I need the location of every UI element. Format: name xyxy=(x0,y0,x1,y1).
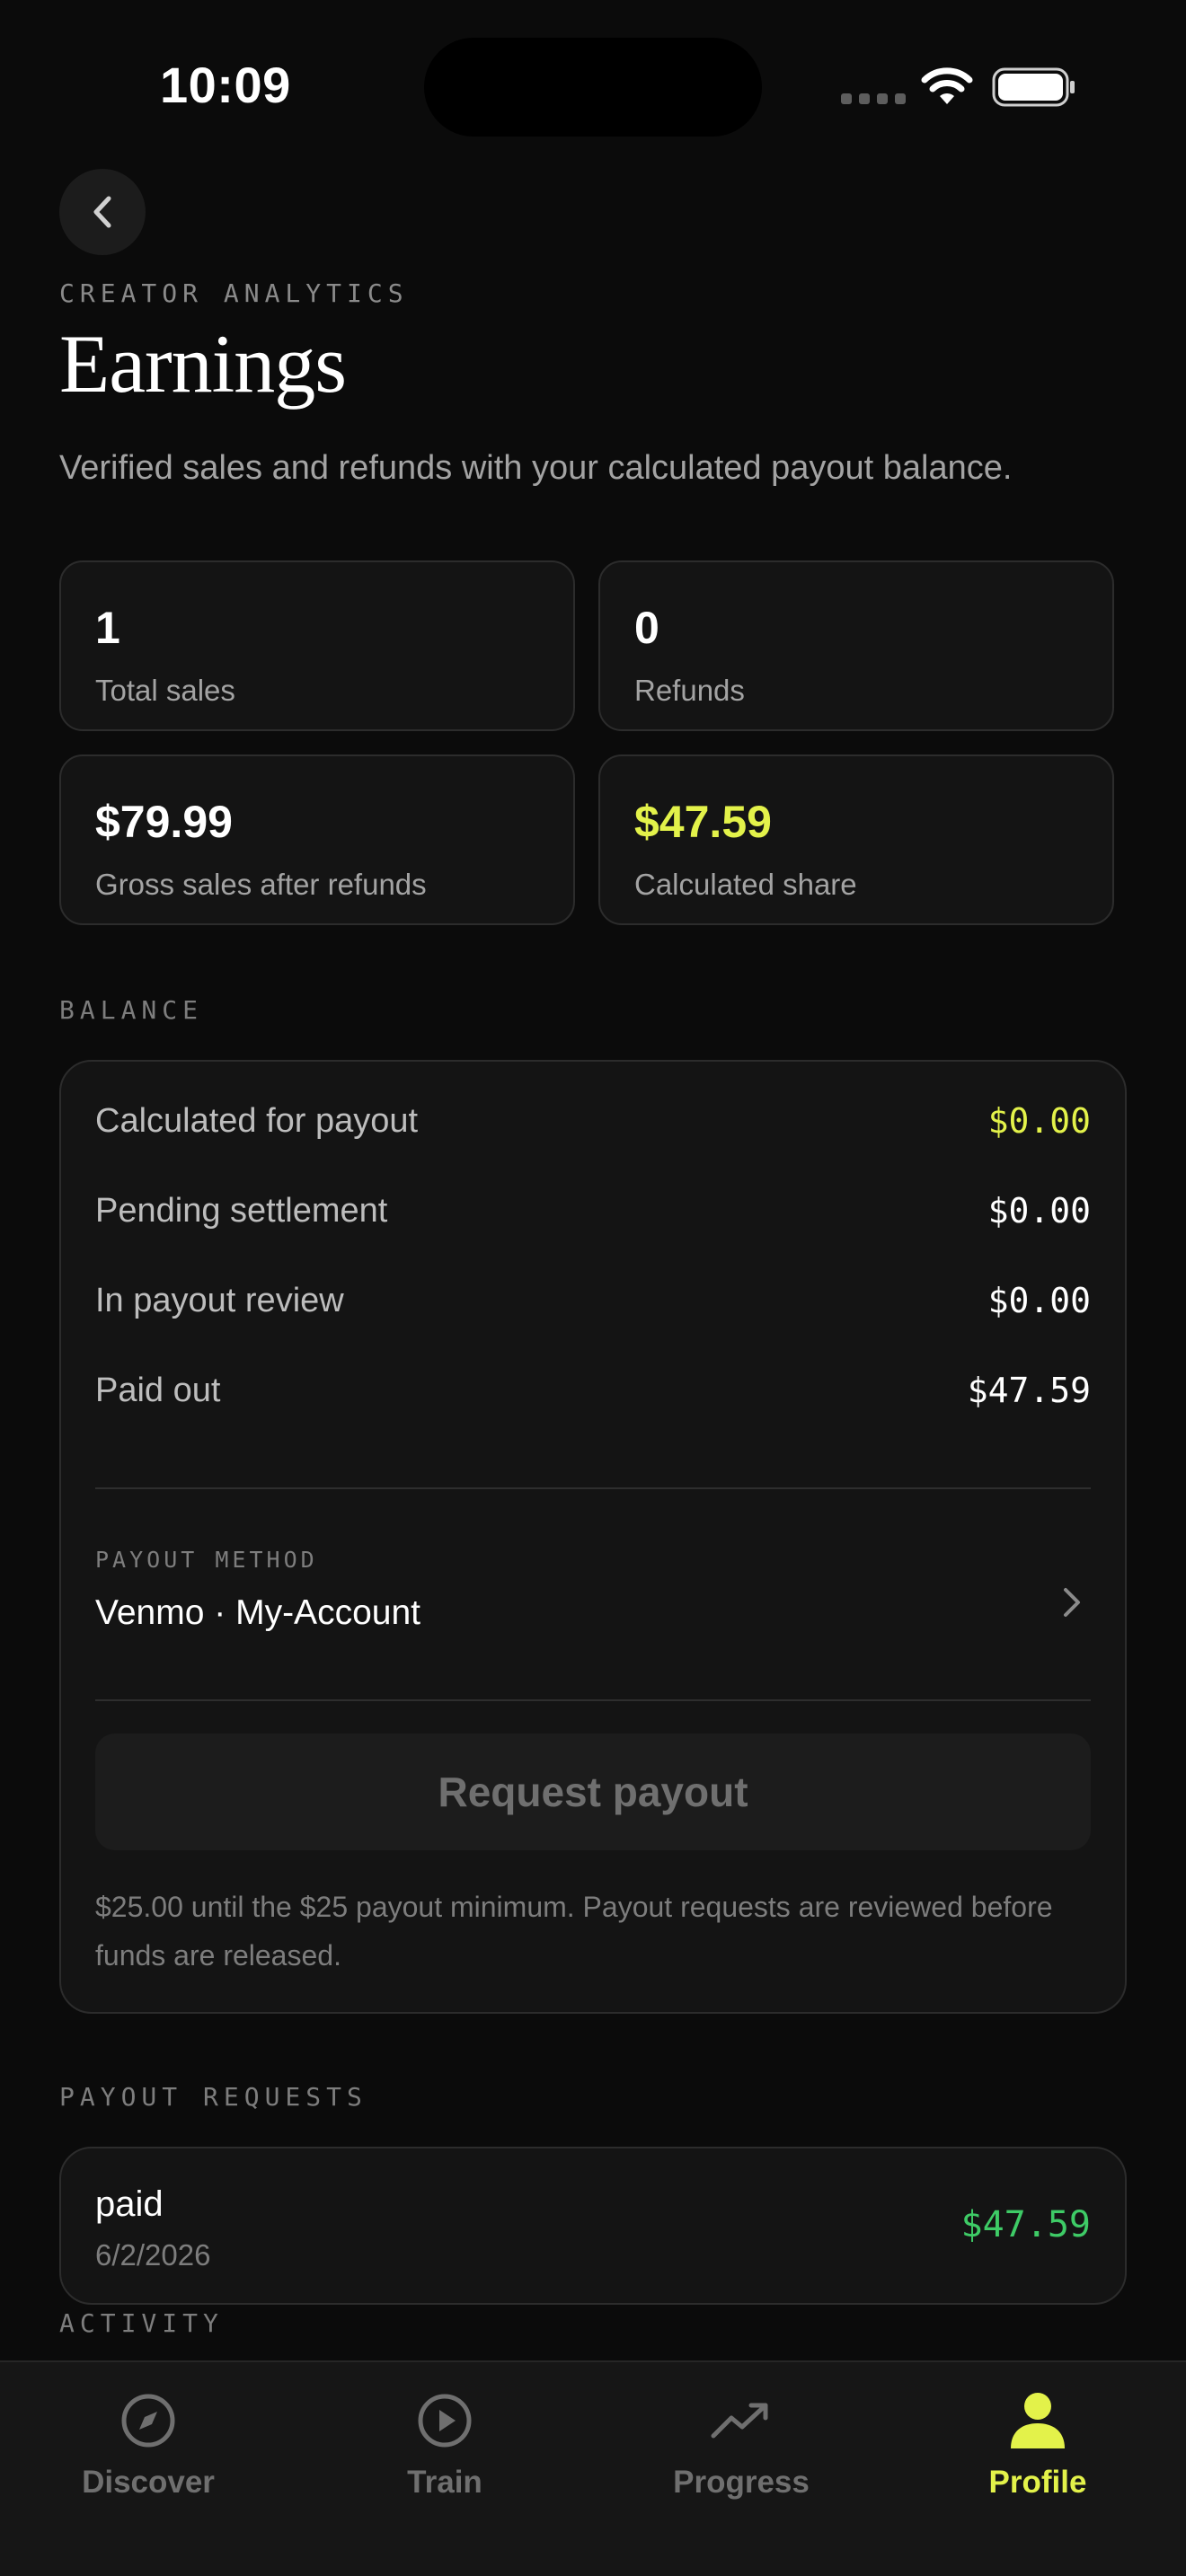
balance-row-label: Paid out xyxy=(95,1371,221,1409)
payout-request-date: 6/2/2026 xyxy=(95,2238,211,2272)
play-circle-icon xyxy=(413,2389,476,2452)
balance-row-label: In payout review xyxy=(95,1281,344,1319)
divider xyxy=(95,1487,1091,1489)
tab-label: Profile xyxy=(988,2465,1087,2500)
page-eyebrow: CREATOR ANALYTICS xyxy=(59,278,409,308)
balance-row: Pending settlement $0.00 xyxy=(95,1184,1091,1238)
tab-label: Progress xyxy=(673,2465,810,2500)
payout-minimum-note: $25.00 until the $25 payout minimum. Pay… xyxy=(95,1891,1053,1972)
balance-row: In payout review $0.00 xyxy=(95,1274,1091,1328)
stat-label: Calculated share xyxy=(634,868,857,901)
balance-row-value: $47.59 xyxy=(967,1371,1091,1410)
stat-card-refunds: 0 Refunds xyxy=(598,560,1114,731)
balance-card: Calculated for payout $0.00 Pending sett… xyxy=(59,1060,1127,2014)
stat-card-total-sales: 1 Total sales xyxy=(59,560,575,731)
wifi-icon xyxy=(921,67,973,104)
dynamic-island xyxy=(424,38,762,137)
stat-label: Refunds xyxy=(634,674,745,707)
balance-row-value: $0.00 xyxy=(987,1101,1091,1141)
section-label-payout-requests: PAYOUT REQUESTS xyxy=(59,2082,367,2112)
payout-request-item[interactable]: paid 6/2/2026 $47.59 xyxy=(59,2147,1127,2305)
tab-discover[interactable]: Discover xyxy=(0,2389,296,2501)
stat-card-calculated-share: $47.59 Calculated share xyxy=(598,754,1114,925)
person-icon xyxy=(1006,2389,1069,2452)
balance-row-label: Calculated for payout xyxy=(95,1101,419,1140)
payout-method-value[interactable]: Venmo · My-Account xyxy=(95,1593,420,1633)
back-button[interactable] xyxy=(59,169,146,255)
payout-method-label: PAYOUT METHOD xyxy=(95,1547,318,1573)
tab-label: Discover xyxy=(82,2465,215,2500)
stat-label: Total sales xyxy=(95,674,235,707)
balance-row-label: Pending settlement xyxy=(95,1191,388,1230)
stat-value: $47.59 xyxy=(634,797,772,847)
stat-card-gross-sales: $79.99 Gross sales after refunds xyxy=(59,754,575,925)
cellular-signal-icon xyxy=(841,93,906,104)
section-label-balance: BALANCE xyxy=(59,995,204,1025)
balance-row-value: $0.00 xyxy=(987,1281,1091,1320)
payout-request-amount: $47.59 xyxy=(960,2204,1092,2245)
tab-label: Train xyxy=(407,2465,482,2500)
battery-icon xyxy=(992,67,1075,107)
stat-label: Gross sales after refunds xyxy=(95,868,427,901)
status-time: 10:09 xyxy=(160,57,291,113)
stat-value: 1 xyxy=(95,603,120,653)
request-payout-button[interactable]: Request payout xyxy=(95,1734,1091,1850)
stat-value: $79.99 xyxy=(95,797,233,847)
divider xyxy=(95,1699,1091,1701)
compass-icon xyxy=(117,2389,180,2452)
page-subtitle: Verified sales and refunds with your cal… xyxy=(59,449,1013,487)
tab-progress[interactable]: Progress xyxy=(593,2389,890,2501)
stat-value: 0 xyxy=(634,603,659,653)
balance-row: Paid out $47.59 xyxy=(95,1363,1091,1417)
trending-up-icon xyxy=(710,2389,773,2452)
chevron-right-icon[interactable] xyxy=(1053,1575,1089,1629)
tab-profile[interactable]: Profile xyxy=(890,2389,1186,2501)
section-label-activity: ACTIVITY xyxy=(59,2308,224,2338)
balance-row: Calculated for payout $0.00 xyxy=(95,1094,1091,1148)
tab-train[interactable]: Train xyxy=(296,2389,593,2501)
page-title: Earnings xyxy=(59,318,347,410)
balance-row-value: $0.00 xyxy=(987,1191,1091,1231)
chevron-left-icon xyxy=(93,196,111,228)
payout-request-status: paid xyxy=(95,2184,164,2224)
tab-bar: Discover Train Progress Profile xyxy=(0,2360,1186,2576)
